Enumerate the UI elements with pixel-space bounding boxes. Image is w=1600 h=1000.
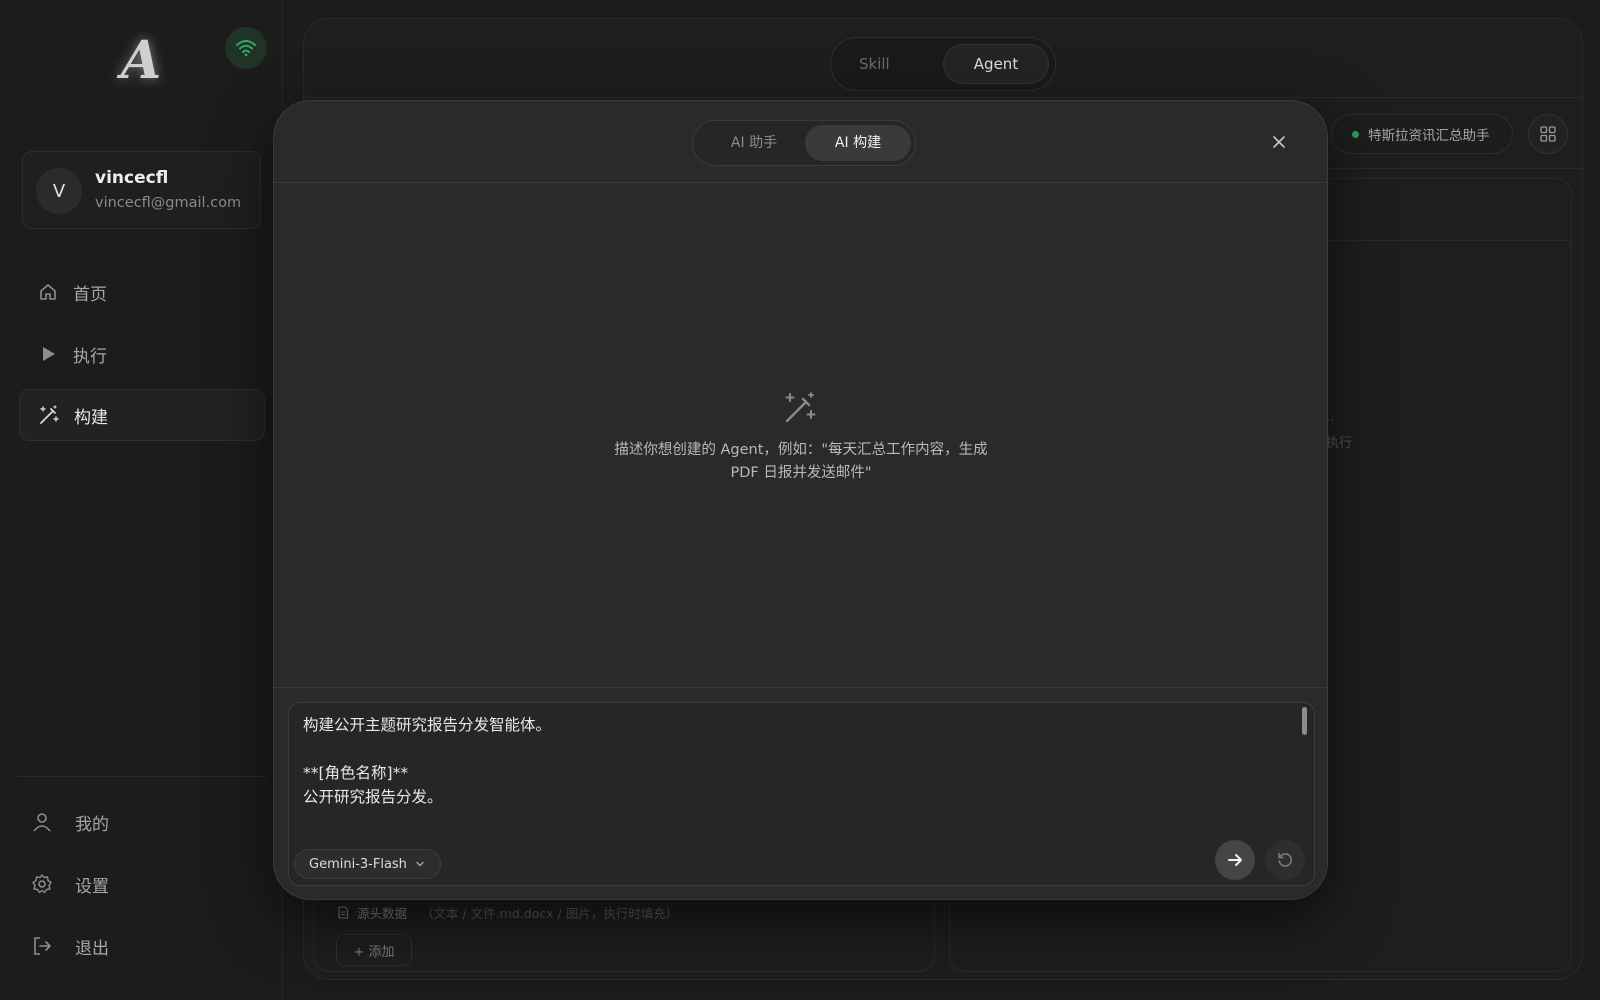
arrow-right-icon	[1228, 854, 1242, 866]
nav-item-settings[interactable]: 设置	[30, 864, 109, 904]
chevron-down-icon	[415, 859, 425, 869]
user-name: vincecfl	[95, 168, 169, 188]
scrollbar[interactable]	[1302, 707, 1307, 735]
source-data-label: 源头数据	[357, 906, 408, 921]
grid-view-button[interactable]	[1528, 114, 1568, 154]
add-source-button[interactable]: + 添加	[336, 934, 412, 966]
tab-ai-build[interactable]: AI 构建	[805, 125, 911, 161]
modal-header: AI 助手 AI 构建	[274, 101, 1327, 183]
status-dot	[1352, 130, 1359, 138]
home-icon	[37, 281, 59, 303]
connection-status-button[interactable]	[225, 27, 267, 69]
nav-item-build[interactable]: 构建	[19, 389, 265, 441]
close-icon	[1273, 136, 1285, 148]
user-icon	[30, 810, 54, 834]
model-name: Gemini-3-Flash	[309, 856, 407, 872]
send-button[interactable]	[1215, 840, 1255, 880]
magic-wand-icon	[38, 404, 60, 426]
ghost-text: 执行	[1326, 436, 1353, 451]
nav-item-home[interactable]: 首页	[19, 266, 265, 318]
main-divider	[303, 97, 1583, 98]
user-email: vincecfl@gmail.com	[95, 195, 242, 211]
gear-icon	[30, 872, 54, 896]
ai-build-modal: AI 助手 AI 构建 描述你想创建的 Agent，例如："每天汇总工作内容，生…	[273, 100, 1328, 900]
source-data-hint: （文本 / 文件.md.docx / 图片，执行时填充）	[421, 906, 679, 921]
reset-button[interactable]	[1265, 840, 1305, 880]
prompt-input[interactable]: 构建公开主题研究报告分发智能体。 **[角色名称]** 公开研究报告分发。 Ge…	[288, 702, 1315, 886]
skill-agent-toggle: Skill Agent	[830, 37, 1056, 91]
empty-state-line: PDF 日报并发送邮件"	[730, 465, 872, 481]
app-logo: A	[120, 30, 162, 91]
tab-ai-assistant[interactable]: AI 助手	[705, 125, 803, 161]
nav-item-label: 我的	[75, 814, 109, 835]
close-button[interactable]	[1268, 131, 1290, 153]
sidebar: A V vincecfl vincecfl@gmail.com 首页 执行 构建…	[0, 0, 283, 1000]
prompt-text[interactable]: 构建公开主题研究报告分发智能体。 **[角色名称]** 公开研究报告分发。	[303, 713, 1273, 809]
wifi-icon	[236, 40, 256, 57]
empty-state-text: 描述你想创建的 Agent，例如："每天汇总工作内容，生成 PDF 日报并发送邮…	[574, 439, 1028, 485]
modal-divider	[274, 687, 1327, 688]
tab-agent[interactable]: Agent	[943, 44, 1049, 84]
magic-wand-icon	[781, 389, 819, 427]
nav-item-label: 构建	[74, 407, 108, 428]
user-card[interactable]: V vincecfl vincecfl@gmail.com	[22, 151, 261, 229]
nav-item-logout[interactable]: 退出	[30, 926, 109, 966]
play-icon	[37, 343, 59, 365]
empty-state-line: 描述你想创建的 Agent，例如："每天汇总工作内容，生成	[614, 442, 988, 458]
nav-item-label: 首页	[73, 284, 107, 305]
grid-icon	[1540, 126, 1556, 142]
refresh-icon	[1278, 852, 1293, 867]
agent-name: 特斯拉资讯汇总助手	[1368, 128, 1490, 144]
document-icon	[338, 906, 349, 919]
logout-icon	[30, 934, 54, 958]
nav-item-label: 执行	[73, 346, 107, 367]
agent-selector-pill[interactable]: 特斯拉资讯汇总助手	[1331, 114, 1513, 154]
model-select[interactable]: Gemini-3-Flash	[294, 849, 441, 879]
modal-tab-switch: AI 助手 AI 构建	[692, 120, 916, 166]
nav-item-execute[interactable]: 执行	[19, 328, 265, 380]
source-data-row: 源头数据 （文本 / 文件.md.docx / 图片，执行时填充）	[337, 903, 678, 922]
nav-item-label: 设置	[75, 876, 109, 897]
sidebar-divider	[18, 776, 266, 777]
tab-skill[interactable]: Skill	[859, 38, 890, 90]
nav-item-profile[interactable]: 我的	[30, 802, 109, 842]
avatar: V	[36, 168, 82, 214]
nav-item-label: 退出	[75, 938, 109, 959]
